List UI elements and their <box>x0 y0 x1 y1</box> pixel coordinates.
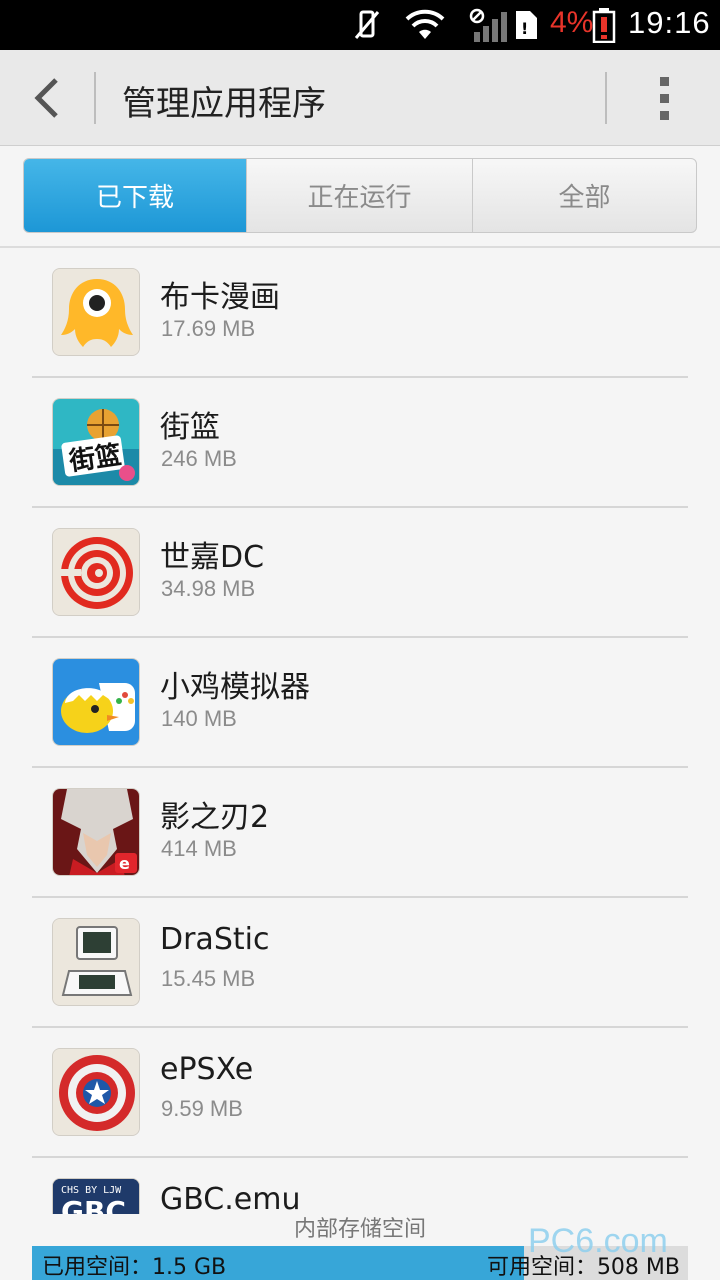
app-list[interactable]: 布卡漫画 17.69 MB 街篮 街篮 246 MB 世嘉DC 34.98 MB… <box>0 248 720 1214</box>
back-arrow-icon <box>34 78 58 118</box>
app-name: 小鸡模拟器 <box>160 670 310 705</box>
app-size: 9.59 MB <box>161 1096 243 1121</box>
status-bar: ! 4% 19:16 <box>0 0 720 50</box>
signal-icon <box>468 8 508 42</box>
back-button[interactable] <box>22 68 72 128</box>
shadow-blade-icon: e <box>52 788 140 876</box>
app-size: 17.69 MB <box>161 316 256 341</box>
action-bar: 管理应用程序 <box>0 50 720 146</box>
action-bar-divider <box>94 72 96 124</box>
overflow-menu-button[interactable] <box>640 68 688 128</box>
storage-used-text: 已用空间：1.5 GB <box>42 1255 227 1280</box>
nintendo-ds-icon <box>52 918 140 1006</box>
list-item[interactable]: 世嘉DC 34.98 MB <box>0 508 720 638</box>
buka-comic-icon <box>52 268 140 356</box>
tab-running[interactable]: 正在运行 <box>247 159 473 232</box>
app-size: 34.98 MB <box>161 576 256 601</box>
wifi-icon <box>404 8 446 42</box>
sega-dreamcast-swirl-icon <box>52 528 140 616</box>
app-size: 246 MB <box>161 446 237 471</box>
captain-shield-icon <box>52 1048 140 1136</box>
app-size: 15.45 MB <box>161 966 256 991</box>
app-name: 世嘉DC <box>160 540 265 575</box>
gbc-icon-text: GBC <box>61 1195 126 1214</box>
app-name: ePSXe <box>160 1052 254 1087</box>
tab-bar: 已下载 正在运行 全部 <box>23 158 697 233</box>
page-title: 管理应用程序 <box>122 84 326 124</box>
list-item[interactable]: 小鸡模拟器 140 MB <box>0 638 720 768</box>
svg-text:e: e <box>119 854 130 873</box>
sim-card-icon: ! <box>512 8 540 42</box>
list-item[interactable]: DraStic 15.45 MB <box>0 898 720 1028</box>
list-item[interactable]: e 影之刃2 414 MB <box>0 768 720 898</box>
overflow-menu-icon <box>659 76 669 86</box>
app-name: DraStic <box>160 922 270 957</box>
vibrate-mute-icon <box>352 8 382 42</box>
watermark-logo: PC6.com <box>528 1222 668 1260</box>
clock: 19:16 <box>628 5 711 40</box>
app-name: 街篮 <box>160 410 220 445</box>
tab-downloaded[interactable]: 已下载 <box>24 159 247 232</box>
app-name: 影之刃2 <box>160 800 270 835</box>
list-item[interactable]: CHS BY LJW GBC GBC.emu <box>0 1158 720 1214</box>
app-name: 布卡漫画 <box>160 280 280 315</box>
gbc-icon: CHS BY LJW GBC <box>52 1178 140 1214</box>
action-bar-divider <box>605 72 607 124</box>
list-item[interactable]: 街篮 街篮 246 MB <box>0 378 720 508</box>
app-size: 140 MB <box>161 706 237 731</box>
app-size: 414 MB <box>161 836 237 861</box>
list-item[interactable]: ePSXe 9.59 MB <box>0 1028 720 1158</box>
list-item[interactable]: 布卡漫画 17.69 MB <box>0 248 720 378</box>
svg-text:!: ! <box>521 19 528 38</box>
street-basketball-icon: 街篮 <box>52 398 140 486</box>
battery-low-icon <box>592 8 616 43</box>
app-name: GBC.emu <box>160 1182 301 1214</box>
happy-chick-icon <box>52 658 140 746</box>
battery-percent: 4% <box>550 6 594 39</box>
tab-all[interactable]: 全部 <box>473 159 696 232</box>
